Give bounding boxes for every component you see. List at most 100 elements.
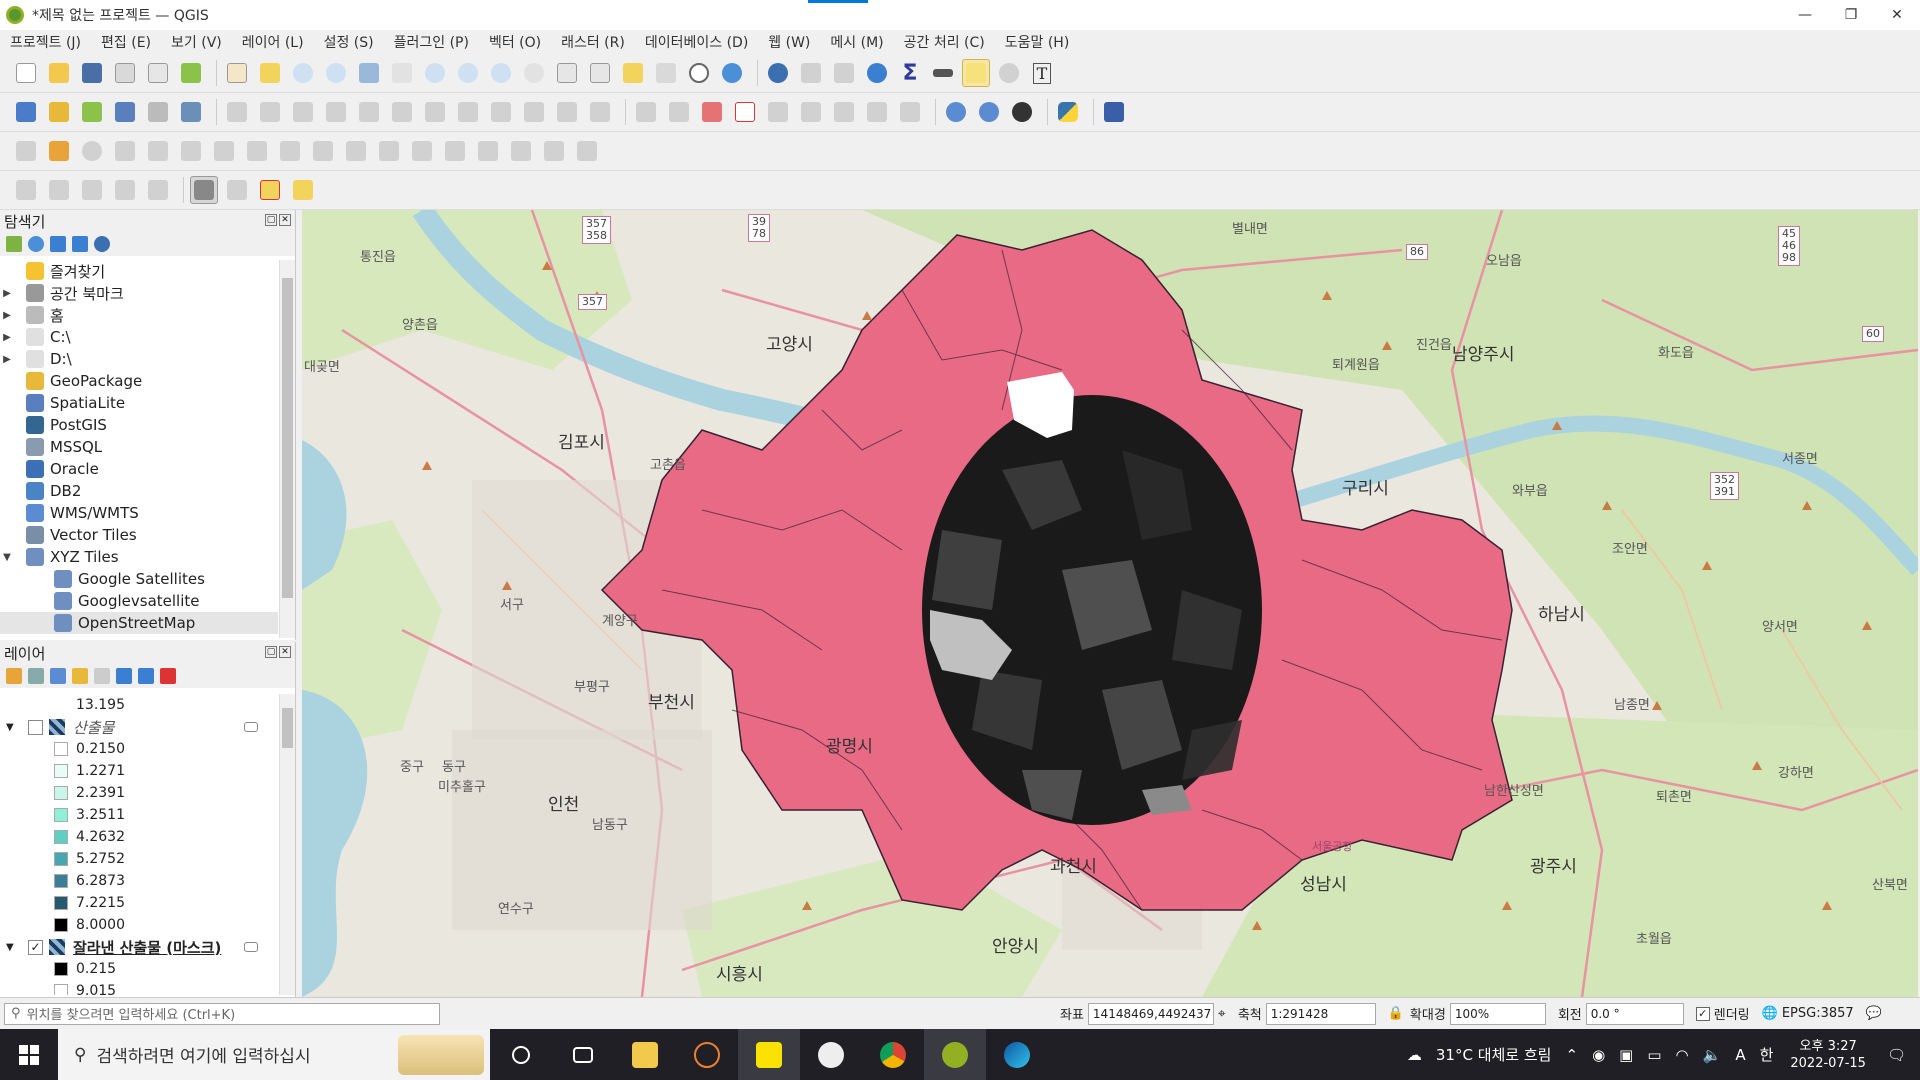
layer-labeling-button[interactable] — [698, 98, 726, 126]
expand-arrow-icon[interactable]: ▶ — [0, 310, 14, 321]
select-features-button[interactable] — [144, 176, 172, 204]
browser-item[interactable]: Vector Tiles — [0, 524, 278, 546]
coordinate-field[interactable]: 14148469,4492437 — [1087, 1002, 1214, 1025]
zoom-to-coordinate-button[interactable] — [995, 59, 1023, 87]
chevron-up-icon[interactable]: ⌃ — [1565, 1046, 1578, 1064]
circle-tool-button[interactable] — [78, 137, 106, 165]
simplify-button[interactable] — [144, 137, 172, 165]
current-edits-button[interactable] — [223, 98, 251, 126]
browser-scroll-thumb[interactable] — [282, 278, 293, 598]
browser-item[interactable]: ▼ XYZ Tiles — [0, 546, 278, 568]
zoom-last-button[interactable] — [487, 59, 515, 87]
field-calculator-button[interactable] — [830, 59, 858, 87]
vertex-tool-button[interactable] — [355, 98, 383, 126]
save-project-button[interactable] — [78, 59, 106, 87]
delete-selected-button[interactable] — [421, 98, 449, 126]
metasearch-button[interactable] — [1008, 98, 1036, 126]
layer-row-mask[interactable]: ▼ ✓ 잘라낸 산출물 (마스크) — [0, 936, 278, 958]
remove-layer-icon[interactable] — [160, 668, 176, 684]
cut-features-button[interactable] — [454, 98, 482, 126]
clock[interactable]: 오후 3:27 2022-07-15 — [1790, 1038, 1866, 1072]
menu-help[interactable]: 도움말 (H) — [1005, 32, 1070, 52]
taskbar-search-box[interactable]: ⚲ 검색하려면 여기에 입력하십시 — [58, 1029, 490, 1080]
cad-tools-button[interactable] — [45, 137, 73, 165]
browser-item[interactable]: OpenStreetMap — [0, 612, 278, 634]
trim-extend-button[interactable] — [573, 137, 601, 165]
menu-processing[interactable]: 공간 처리 (C) — [904, 32, 985, 52]
add-selected-icon[interactable] — [6, 236, 22, 252]
new-virtual-layer-button[interactable] — [177, 98, 205, 126]
zoom-layer-button[interactable] — [421, 59, 449, 87]
menu-layer[interactable]: 레이어 (L) — [242, 32, 304, 52]
browser-item[interactable]: WMS/WMTS — [0, 502, 278, 524]
data-source-manager-button[interactable] — [12, 98, 40, 126]
minimize-button[interactable]: — — [1782, 0, 1828, 30]
refresh-icon[interactable] — [28, 236, 44, 252]
render-checkbox[interactable]: ✓ — [1695, 1006, 1710, 1021]
volume-icon[interactable]: 🔈 — [1703, 1046, 1722, 1064]
weather-label[interactable]: 31°C 대체로 흐림 — [1436, 1044, 1552, 1065]
menu-raster[interactable]: 래스터 (R) — [561, 32, 625, 52]
close-button[interactable]: ✕ — [1874, 0, 1920, 30]
browser-item[interactable]: Google Satellites — [0, 568, 278, 590]
new-print-layout-button[interactable] — [111, 59, 139, 87]
style-manager-button[interactable] — [177, 59, 205, 87]
statistical-summary-button[interactable]: Σ — [896, 59, 924, 87]
menu-web[interactable]: 웹 (W) — [768, 32, 810, 52]
split-features-button[interactable] — [408, 137, 436, 165]
rotate-label-button[interactable] — [830, 98, 858, 126]
reshape-button[interactable] — [342, 137, 370, 165]
layers-scrollbar[interactable] — [279, 694, 295, 995]
browser-scrollbar[interactable] — [279, 260, 295, 638]
highlight-labels-button[interactable] — [764, 98, 792, 126]
fill-ring-button[interactable] — [243, 137, 271, 165]
ime-mode-1[interactable]: A — [1735, 1046, 1745, 1064]
layer-visibility-checkbox[interactable]: ✓ — [28, 939, 43, 955]
pin-labels-button[interactable] — [665, 98, 693, 126]
browser-item[interactable]: SpatiaLite — [0, 392, 278, 414]
copy-features-button[interactable] — [487, 98, 515, 126]
close-panel-icon[interactable]: ✕ — [279, 214, 291, 226]
new-shapefile-button[interactable] — [78, 98, 106, 126]
manage-visibility-icon[interactable] — [50, 668, 66, 684]
refresh-button[interactable] — [718, 59, 746, 87]
new-map-view-button[interactable] — [553, 59, 581, 87]
map-tips-button[interactable] — [962, 59, 990, 87]
crs-button[interactable]: EPSG:3857 — [1782, 1006, 1854, 1021]
float-panel-icon[interactable]: ▢ — [265, 646, 277, 658]
battery-icon[interactable]: ▭ — [1647, 1046, 1661, 1064]
browser-item[interactable]: DB2 — [0, 480, 278, 502]
merge-features-button[interactable] — [474, 137, 502, 165]
chrome-button[interactable] — [862, 1029, 924, 1080]
layer-row-산출물[interactable]: ▼ 산출물 — [0, 716, 278, 738]
layout-manager-button[interactable] — [144, 59, 172, 87]
menu-database[interactable]: 데이터베이스 (D) — [645, 32, 748, 52]
start-button[interactable] — [0, 1029, 58, 1080]
add-part-button[interactable] — [210, 137, 238, 165]
add-group-icon[interactable] — [28, 668, 44, 684]
digitize-button[interactable] — [322, 98, 350, 126]
magnifier-spinbox[interactable]: 100% — [1449, 1002, 1546, 1025]
deselect-button[interactable] — [78, 176, 106, 204]
notification-icon[interactable]: 🗨 — [1887, 1046, 1906, 1064]
layers-scroll-thumb[interactable] — [282, 708, 293, 748]
browser-item[interactable]: MSSQL — [0, 436, 278, 458]
change-label-button[interactable] — [863, 98, 891, 126]
offset-curve-button[interactable] — [375, 137, 403, 165]
zoom-in-button[interactable] — [289, 59, 317, 87]
meet-icon[interactable]: ▣ — [1619, 1046, 1633, 1064]
browser-item[interactable]: Oracle — [0, 458, 278, 480]
menu-vector[interactable]: 벡터 (O) — [489, 32, 541, 52]
collapse-all-icon[interactable] — [72, 236, 88, 252]
close-panel-icon[interactable]: ✕ — [279, 646, 291, 658]
menu-view[interactable]: 보기 (V) — [171, 32, 222, 52]
menu-mesh[interactable]: 메시 (M) — [830, 32, 883, 52]
new-3d-view-button[interactable] — [586, 59, 614, 87]
paste-features-button[interactable] — [520, 98, 548, 126]
browser-item[interactable]: ▶ 홈 — [0, 304, 278, 326]
select-location-button[interactable] — [111, 176, 139, 204]
reverse-line-button[interactable] — [540, 137, 568, 165]
split-parts-button[interactable] — [441, 137, 469, 165]
browser-item[interactable]: GeoPackage — [0, 370, 278, 392]
task-view-button[interactable] — [552, 1029, 614, 1080]
